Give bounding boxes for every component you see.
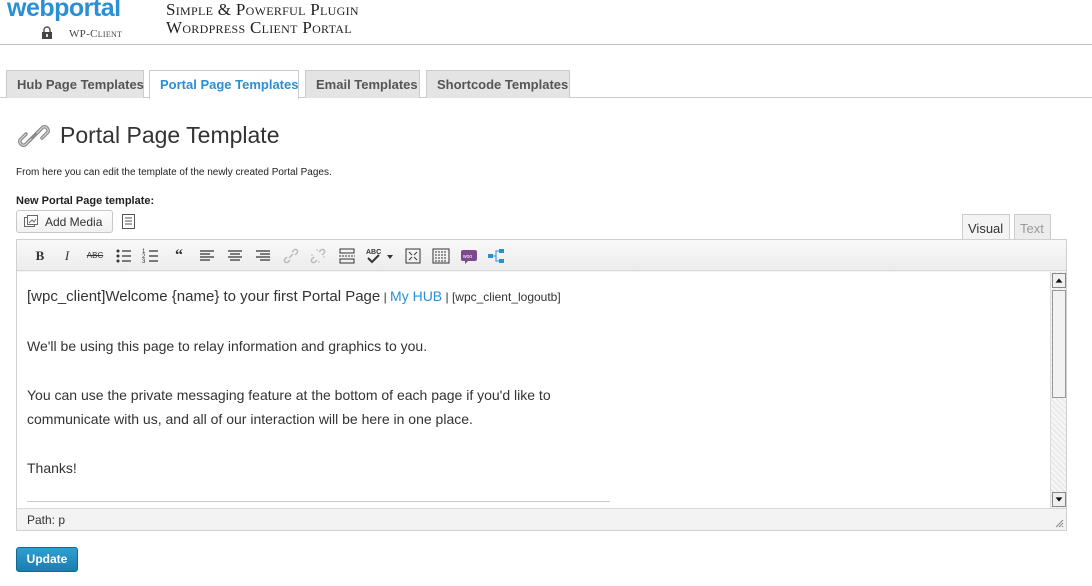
tab-hub-page-templates[interactable]: Hub Page Templates [6, 70, 144, 98]
update-button[interactable]: Update [16, 547, 78, 572]
separator: | [380, 290, 391, 304]
template-field-label: New Portal Page template: [16, 195, 155, 207]
page-title: Portal Page Template [60, 122, 280, 148]
logo-subtitle: WP-Client [69, 28, 123, 40]
resize-handle-icon[interactable] [1054, 518, 1064, 528]
content-paragraph-4: Thanks! [27, 460, 77, 476]
svg-text:3: 3 [142, 259, 146, 265]
numbered-list-icon[interactable]: 1 2 3 [141, 246, 161, 266]
tab-portal-page-templates[interactable]: Portal Page Templates [149, 70, 299, 99]
link-icon[interactable] [281, 246, 301, 266]
editor-toolbar: B I ABC 1 2 3 “ ABC woo [17, 240, 1066, 271]
welcome-text: Welcome {name} to your first Portal Page [105, 288, 381, 305]
template-editor: B I ABC 1 2 3 “ ABC woo [wpc_client]Welc… [16, 239, 1067, 531]
svg-text:woo: woo [463, 254, 472, 260]
my-hub-link[interactable]: My HUB [390, 288, 442, 304]
content-paragraph-3: You can use the private messaging featur… [27, 387, 551, 427]
tab-shortcode-templates[interactable]: Shortcode Templates [426, 70, 570, 98]
insert-more-icon[interactable] [337, 246, 357, 266]
woo-icon[interactable]: woo [459, 246, 479, 266]
header: webportal WP-Client Simple & Powerful Pl… [0, 0, 1092, 45]
tagline: Simple & Powerful Plugin Wordpress Clien… [166, 0, 359, 37]
content-line-1: [wpc_client]Welcome {name} to your first… [27, 284, 1040, 309]
bold-icon[interactable]: B [30, 246, 50, 266]
align-right-icon[interactable] [253, 246, 273, 266]
fullscreen-icon[interactable] [403, 246, 423, 266]
form-icon[interactable] [121, 213, 137, 230]
align-center-icon[interactable] [225, 246, 245, 266]
lock-icon [42, 26, 52, 39]
blockquote-icon[interactable]: “ [169, 246, 189, 266]
add-media-label: Add Media [45, 215, 103, 229]
italic-icon[interactable]: I [57, 246, 77, 266]
logo[interactable]: webportal [7, 0, 121, 23]
add-media-button[interactable]: Add Media [16, 210, 113, 233]
media-icon [24, 215, 38, 227]
tab-email-templates[interactable]: Email Templates [305, 70, 420, 98]
editor-content[interactable]: [wpc_client]Welcome {name} to your first… [17, 272, 1050, 508]
editor-scrollbar[interactable] [1050, 272, 1066, 508]
separator: | [442, 290, 452, 304]
unlink-icon[interactable] [308, 246, 328, 266]
element-path: Path: p [27, 513, 66, 527]
align-left-icon[interactable] [197, 246, 217, 266]
bullet-list-icon[interactable] [114, 246, 134, 266]
kitchen-sink-icon[interactable] [431, 246, 451, 266]
scroll-thumb[interactable] [1052, 290, 1066, 398]
link-chain-icon [18, 125, 50, 147]
text-mode-tab[interactable]: Text [1014, 214, 1051, 240]
template-tabs: Hub Page Templates Portal Page Templates… [0, 70, 1092, 99]
content-paragraph-2: We'll be using this page to relay inform… [27, 338, 428, 354]
editor-statusbar: Path: p [17, 508, 1066, 530]
spellcheck-icon[interactable]: ABC [365, 246, 397, 266]
shortcode-client: [wpc_client] [27, 288, 106, 305]
content-divider [27, 501, 610, 502]
shortcode-logout: [wpc_client_logoutb] [451, 290, 561, 304]
scroll-down-icon[interactable] [1052, 492, 1066, 507]
strikethrough-icon[interactable]: ABC [85, 246, 105, 266]
visual-mode-tab[interactable]: Visual [962, 214, 1010, 240]
sitemap-icon[interactable] [486, 246, 506, 266]
scroll-up-icon[interactable] [1052, 273, 1066, 288]
page-description: From here you can edit the template of t… [16, 167, 332, 178]
logo-text: webportal [7, 0, 121, 22]
